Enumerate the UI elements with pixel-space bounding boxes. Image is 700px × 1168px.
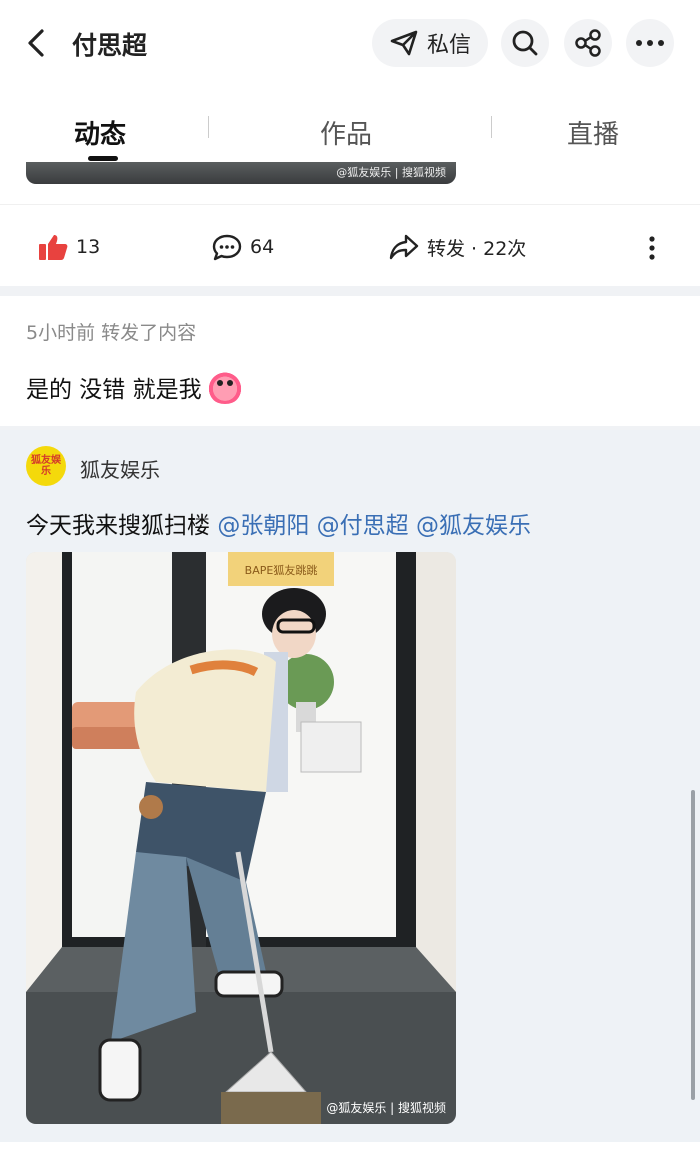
direct-message-label: 私信 [426,33,471,58]
more-dots-icon [636,40,664,46]
share-button[interactable] [564,19,612,67]
reposted-card[interactable]: 狐友娱乐 狐友娱乐 今天我来搜狐扫楼 @张朝阳 @付思超 @狐友娱乐 BAPE狐… [0,430,700,1142]
tab-divider [208,116,209,138]
tab-dynamics[interactable]: 动态 [74,114,126,151]
previous-post-image[interactable]: @狐友娱乐 | 搜狐视频 [26,162,456,184]
post-action-bar: 13 64 转发 · 22次 [0,204,700,287]
avatar-label: 狐友娱乐 [31,455,61,477]
post-card[interactable]: 5小时前 转发了内容 是的 没错 就是我 [0,296,700,426]
photo-illustration: BAPE狐友跳跳 [26,552,456,1124]
tab-live[interactable]: 直播 [567,114,619,151]
like-count: 13 [76,236,101,258]
mention-link[interactable]: @狐友娱乐 [416,513,531,539]
reposted-text: 今天我来搜狐扫楼 @张朝阳 @付思超 @狐友娱乐 [26,506,531,540]
post-text: 是的 没错 就是我 [26,377,202,403]
tab-divider [491,116,492,138]
repost-count: 转发 · 22次 [427,237,527,260]
top-bar: 付思超 私信 [0,0,700,86]
sign-text: BAPE狐友跳跳 [245,563,318,577]
repost-arrow-icon [389,234,419,260]
author-name[interactable]: 狐友娱乐 [80,454,160,483]
post-photo[interactable]: BAPE狐友跳跳 @狐友娱乐 | 搜狐视频 [26,552,456,1124]
direct-message-button[interactable]: 私信 [372,19,488,67]
more-menu-button[interactable] [626,19,674,67]
profile-tabs: 动态 作品 直播 [0,86,700,163]
post-meta: 5小时前 转发了内容 [26,322,197,344]
thumbs-up-icon [39,235,68,260]
next-post-edge [0,1142,700,1168]
post-text-row: 是的 没错 就是我 [26,370,244,404]
like-button[interactable]: 13 [38,233,100,261]
back-arrow-icon[interactable] [22,26,52,60]
share-icon [575,29,601,57]
repost-button[interactable]: 转发 · 22次 [389,233,526,261]
search-icon [512,30,538,56]
mention-link[interactable]: @张朝阳 [217,513,309,539]
active-tab-indicator [88,156,118,161]
scrollbar[interactable] [691,790,695,1100]
search-button[interactable] [501,19,549,67]
send-icon [390,30,418,56]
avatar[interactable]: 狐友娱乐 [26,446,66,486]
comment-button[interactable]: 64 [212,233,274,261]
page-title: 付思超 [72,31,148,60]
excited-face-emoji-icon [205,370,244,404]
image-watermark: @狐友娱乐 | 搜狐视频 [336,166,446,179]
post-more-icon[interactable] [646,235,658,261]
mention-link[interactable]: @付思超 [317,513,409,539]
reposted-text-body: 今天我来搜狐扫楼 [26,513,218,539]
tab-works[interactable]: 作品 [320,114,372,151]
previous-post-card: @狐友娱乐 | 搜狐视频 13 64 转发 · 22次 [0,162,700,286]
comment-count: 64 [250,236,275,258]
comment-icon [212,234,242,261]
photo-watermark: @狐友娱乐 | 搜狐视频 [326,1101,446,1115]
